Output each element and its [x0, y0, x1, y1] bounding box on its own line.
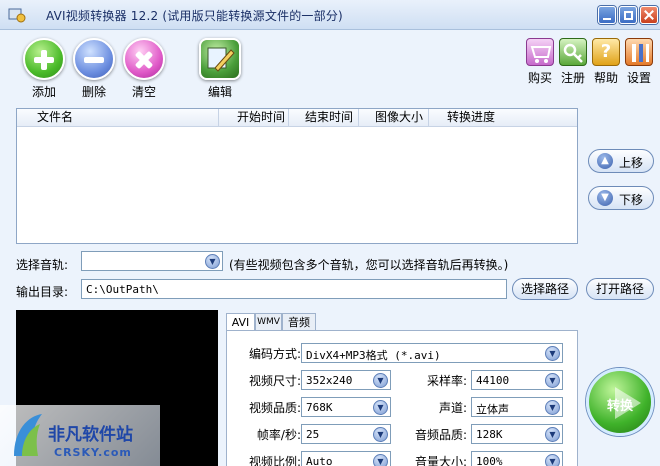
- codec-value: DivX4+MP3格式 (*.avi): [306, 349, 441, 362]
- video-quality-value: 768K: [306, 401, 333, 414]
- dropdown-arrow-icon: ▼: [373, 400, 388, 415]
- add-button[interactable]: 添加: [16, 38, 72, 100]
- cart-icon: [526, 38, 554, 66]
- dropdown-arrow-icon: ▼: [373, 427, 388, 442]
- maximize-button[interactable]: [619, 6, 637, 24]
- browse-path-button[interactable]: 选择路径: [512, 278, 578, 300]
- aspect-value: Auto: [306, 455, 333, 466]
- fps-value: 25: [306, 428, 320, 441]
- settings-panel: 编码方式: DivX4+MP3格式 (*.avi) ▼ 视频尺寸: 352x24…: [226, 330, 578, 466]
- move-down-label: 下移: [619, 193, 644, 207]
- audio-quality-select[interactable]: 128K ▼: [471, 424, 563, 444]
- dropdown-arrow-icon: ▼: [373, 454, 388, 466]
- window-title: AVI视频转换器 12.2 (试用版只能转换源文件的一部分): [46, 9, 343, 23]
- dropdown-arrow-icon: ▼: [545, 400, 560, 415]
- remove-button[interactable]: 删除: [66, 38, 122, 100]
- column-start-time[interactable]: 开始时间: [219, 109, 289, 127]
- column-filename[interactable]: 文件名: [17, 109, 219, 127]
- help-button[interactable]: ? 帮助: [590, 38, 622, 86]
- audio-track-label: 选择音轨:: [16, 258, 69, 272]
- audio-track-hint: (有些视频包含多个音轨，您可以选择音轨后再转换。): [229, 258, 509, 272]
- sample-rate-value: 44100: [476, 374, 510, 387]
- convert-label: 转换: [606, 399, 633, 414]
- codec-select[interactable]: DivX4+MP3格式 (*.avi) ▼: [301, 343, 563, 363]
- convert-button[interactable]: 转换: [586, 368, 654, 436]
- buy-label: 购买: [527, 71, 552, 85]
- tab-wmv[interactable]: WMV: [255, 313, 282, 331]
- dropdown-arrow-icon: ▼: [545, 427, 560, 442]
- output-dir-input[interactable]: [81, 279, 507, 299]
- video-size-label: 视频尺寸:: [248, 374, 301, 388]
- codec-label: 编码方式:: [248, 347, 301, 361]
- dropdown-arrow-icon: ▼: [545, 346, 560, 361]
- sample-rate-label: 采样率:: [426, 374, 467, 388]
- file-list-header: 文件名 开始时间 结束时间 图像大小 转换进度: [17, 109, 577, 127]
- dropdown-arrow-icon: ▼: [545, 454, 560, 466]
- channel-value: 立体声: [476, 403, 509, 416]
- clear-button[interactable]: 清空: [116, 38, 172, 100]
- settings-button[interactable]: 设置: [623, 38, 655, 86]
- chevron-up-icon: ▲: [597, 153, 613, 169]
- channel-select[interactable]: 立体声 ▼: [471, 397, 563, 417]
- move-down-button[interactable]: ▼ 下移: [588, 186, 654, 210]
- key-icon: [559, 38, 587, 66]
- remove-label: 删除: [81, 85, 106, 99]
- tab-audio[interactable]: 音频: [282, 313, 316, 331]
- clear-label: 清空: [131, 85, 156, 99]
- settings-icon: [625, 38, 653, 66]
- audio-quality-value: 128K: [476, 428, 503, 441]
- settings-label: 设置: [626, 71, 651, 85]
- help-icon: ?: [592, 38, 620, 66]
- video-quality-select[interactable]: 768K ▼: [301, 397, 391, 417]
- edit-label: 编辑: [207, 85, 232, 99]
- dropdown-arrow-icon: ▼: [205, 254, 220, 269]
- chevron-down-icon: ▼: [597, 190, 613, 206]
- dropdown-arrow-icon: ▼: [545, 373, 560, 388]
- close-button[interactable]: [640, 6, 658, 24]
- title-bar: AVI视频转换器 12.2 (试用版只能转换源文件的一部分): [0, 0, 660, 30]
- watermark-site: CRSKY.com: [54, 446, 132, 459]
- output-dir-label: 输出目录:: [16, 285, 69, 299]
- move-up-button[interactable]: ▲ 上移: [588, 149, 654, 173]
- fps-select[interactable]: 25 ▼: [301, 424, 391, 444]
- column-end-time[interactable]: 结束时间: [289, 109, 359, 127]
- audio-quality-label: 音频品质:: [414, 428, 467, 442]
- volume-label: 音量大小:: [414, 455, 467, 466]
- volume-select[interactable]: 100% ▼: [471, 451, 563, 466]
- open-path-button[interactable]: 打开路径: [586, 278, 654, 300]
- x-icon: [123, 38, 165, 80]
- channel-label: 声道:: [438, 401, 467, 415]
- video-quality-label: 视频品质:: [248, 401, 301, 415]
- column-progress[interactable]: 转换进度: [429, 109, 579, 127]
- sample-rate-select[interactable]: 44100 ▼: [471, 370, 563, 390]
- aspect-label: 视频比例:: [248, 455, 301, 466]
- plus-icon: [23, 38, 65, 80]
- buy-button[interactable]: 购买: [524, 38, 556, 86]
- file-list[interactable]: 文件名 开始时间 结束时间 图像大小 转换进度: [16, 108, 578, 244]
- watermark-name: 非凡软件站: [48, 425, 133, 445]
- help-label: 帮助: [593, 71, 618, 85]
- video-size-value: 352x240: [306, 374, 353, 387]
- fps-label: 帧率/秒:: [256, 428, 301, 442]
- register-label: 注册: [560, 71, 585, 85]
- add-label: 添加: [31, 85, 56, 99]
- audio-track-select[interactable]: ▼: [81, 251, 223, 271]
- register-button[interactable]: 注册: [557, 38, 589, 86]
- move-up-label: 上移: [619, 156, 644, 170]
- volume-value: 100%: [476, 455, 503, 466]
- edit-button[interactable]: 编辑: [192, 38, 248, 100]
- site-logo-icon: [14, 414, 42, 456]
- minimize-button[interactable]: [598, 6, 616, 24]
- minus-icon: [73, 38, 115, 80]
- edit-icon: [199, 38, 241, 80]
- column-image-size[interactable]: 图像大小: [359, 109, 429, 127]
- dropdown-arrow-icon: ▼: [373, 373, 388, 388]
- aspect-select[interactable]: Auto ▼: [301, 451, 391, 466]
- app-icon: [8, 8, 26, 23]
- video-size-select[interactable]: 352x240 ▼: [301, 370, 391, 390]
